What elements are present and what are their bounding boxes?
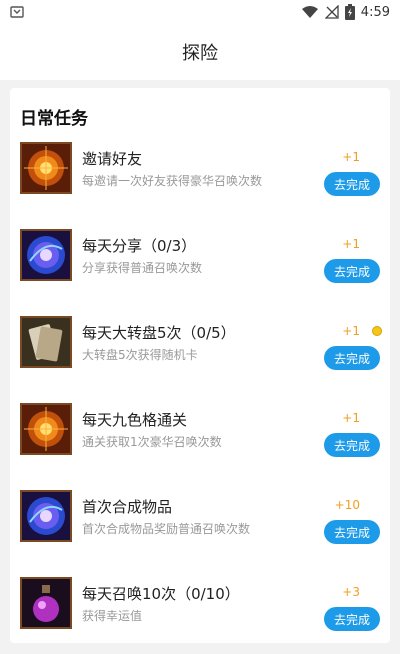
task-row: 每天大转盘5次（0/5） 大转盘5次获得随机卡 +1 去完成 xyxy=(10,306,390,393)
task-desc: 每邀请一次好友获得豪华召唤次数 xyxy=(82,174,263,188)
complete-button[interactable]: 去完成 xyxy=(324,172,380,196)
blue-orb-icon xyxy=(20,490,72,542)
daily-tasks-card: 日常任务 邀请好友 每邀请一次好友获得豪华召唤次数 +1 去完成 每天分享（0/3） 分享… xyxy=(10,88,390,643)
task-row: 每天召唤10次（0/10） 获得幸运值 +3 去完成 xyxy=(10,567,390,654)
status-time: 4:59 xyxy=(360,4,390,20)
task-name: 每天九色格通关 xyxy=(82,411,188,429)
task-reward: +3 xyxy=(342,585,360,599)
status-bar: 4:59 xyxy=(0,0,400,24)
header: 探险 xyxy=(0,24,400,80)
complete-button[interactable]: 去完成 xyxy=(324,433,380,457)
section-title: 日常任务 xyxy=(20,109,88,129)
complete-button[interactable]: 去完成 xyxy=(324,259,380,283)
task-name: 每天大转盘5次（0/5） xyxy=(82,324,236,342)
coin-icon xyxy=(372,326,382,336)
task-desc: 获得幸运值 xyxy=(82,609,143,623)
status-right: 4:59 xyxy=(301,2,390,22)
task-row: 首次合成物品首次合成物品奖励普通召唤次数 +10 去完成 xyxy=(10,480,390,567)
task-name: 每天召唤10次（0/10） xyxy=(82,585,240,603)
task-name: 邀请好友 xyxy=(82,150,143,168)
potion-icon xyxy=(20,577,72,629)
complete-button[interactable]: 去完成 xyxy=(324,346,380,370)
task-desc: 分享获得普通召唤次数 xyxy=(82,261,203,275)
page-title: 探险 xyxy=(182,43,218,64)
blue-orb-icon xyxy=(20,229,72,281)
task-row: 每天九色格通关通关获取1次豪华召唤次数 +1 去完成 xyxy=(10,393,390,480)
complete-button[interactable]: 去完成 xyxy=(324,520,380,544)
orange-orb-icon xyxy=(20,403,72,455)
task-row: 邀请好友每邀请一次好友获得豪华召唤次数 +1 去完成 xyxy=(10,132,390,219)
complete-button[interactable]: 去完成 xyxy=(324,607,380,631)
task-reward: +1 xyxy=(342,411,360,425)
task-desc: 大转盘5次获得随机卡 xyxy=(82,348,198,362)
task-reward: +1 xyxy=(342,324,360,338)
task-name: 每天分享（0/3） xyxy=(82,237,197,255)
task-desc: 首次合成物品奖励普通召唤次数 xyxy=(82,522,251,536)
task-reward: +1 xyxy=(342,150,360,164)
task-desc: 通关获取1次豪华召唤次数 xyxy=(82,435,222,449)
task-reward: +10 xyxy=(334,498,360,512)
no-signal-icon xyxy=(324,5,339,19)
task-reward: +1 xyxy=(342,237,360,251)
card-icon xyxy=(20,316,72,368)
task-name: 首次合成物品 xyxy=(82,498,173,516)
orange-orb-icon xyxy=(20,142,72,194)
task-list: 邀请好友 每邀请一次好友获得豪华召唤次数 +1 去完成 每天分享（0/3） 分享获得普通召… xyxy=(10,132,390,654)
battery-icon xyxy=(344,4,355,20)
notification-icon xyxy=(10,6,24,18)
task-row: 每天分享（0/3） 分享获得普通召唤次数 +1 去完成 xyxy=(10,219,390,306)
wifi-icon xyxy=(301,6,318,18)
